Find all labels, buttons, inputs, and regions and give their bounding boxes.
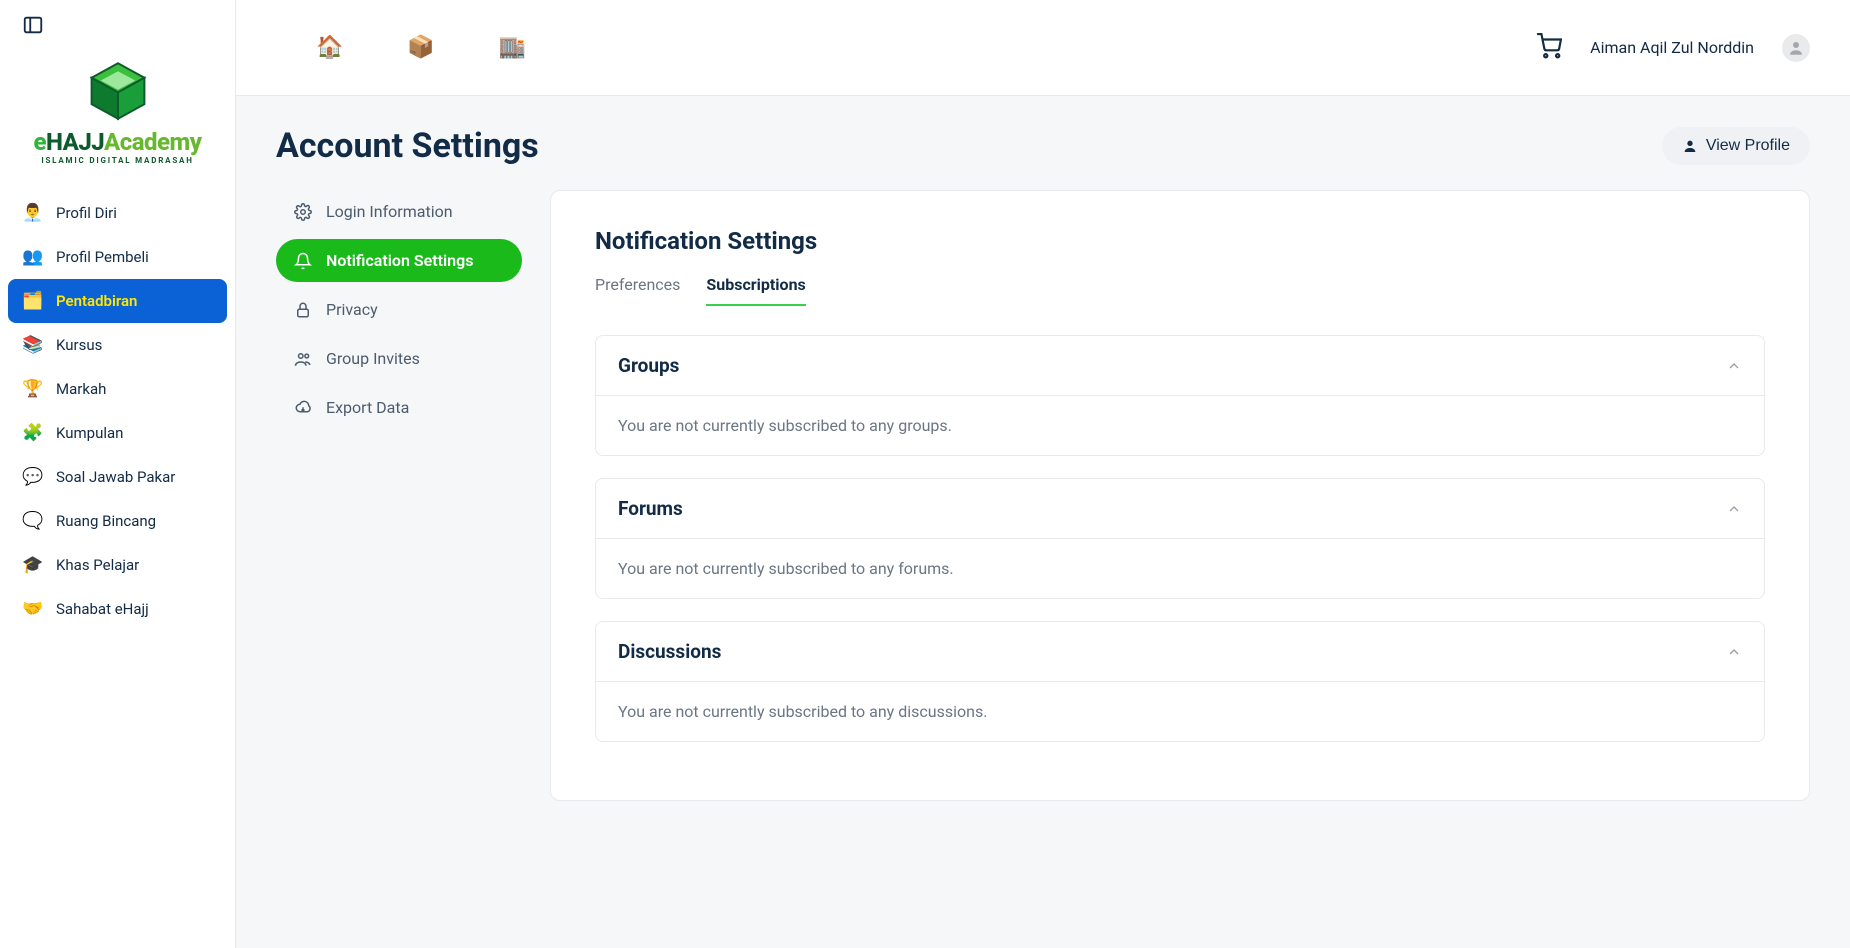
sidebar: eHAJJAcademy ISLAMIC DIGITAL MADRASAH 👨‍… [0, 0, 236, 948]
tab-subscriptions[interactable]: Subscriptions [706, 275, 805, 306]
sidebar-item-label: Khas Pelajar [56, 556, 139, 574]
settings-nav: Login Information Notification Settings … [276, 190, 522, 435]
settings-nav-label: Notification Settings [326, 251, 473, 270]
logo[interactable]: eHAJJAcademy ISLAMIC DIGITAL MADRASAH [0, 40, 235, 183]
profile-icon: 👨‍💼 [22, 203, 42, 223]
panel-title: Notification Settings [595, 227, 1765, 255]
settings-nav-login-info[interactable]: Login Information [276, 190, 522, 233]
settings-wrap: Login Information Notification Settings … [276, 190, 1810, 801]
sidebar-item-ruang-bincang[interactable]: 🗨️ Ruang Bincang [8, 499, 227, 543]
cart-icon[interactable] [1536, 33, 1562, 63]
friends-icon: 🤝 [22, 599, 42, 619]
settings-nav-privacy[interactable]: Privacy [276, 288, 522, 331]
users-icon [294, 350, 312, 368]
lock-icon [294, 301, 312, 319]
sidebar-item-label: Markah [56, 380, 106, 398]
panel-icon [22, 14, 44, 36]
sidebar-item-pentadbiran[interactable]: 🗂️ Pentadbiran [8, 279, 227, 323]
accordion-head-groups[interactable]: Groups [596, 336, 1764, 396]
settings-panel: Notification Settings Preferences Subscr… [550, 190, 1810, 801]
courses-icon: 📚 [22, 335, 42, 355]
page-title: Account Settings [276, 126, 539, 166]
bell-icon [294, 252, 312, 270]
view-profile-label: View Profile [1706, 137, 1790, 155]
chevron-up-icon [1726, 358, 1742, 374]
sidebar-item-label: Pentadbiran [56, 292, 137, 310]
marks-icon: 🏆 [22, 379, 42, 399]
accordion-body: You are not currently subscribed to any … [596, 539, 1764, 598]
settings-nav-label: Export Data [326, 398, 409, 417]
qa-icon: 💬 [22, 467, 42, 487]
discuss-icon: 🗨️ [22, 511, 42, 531]
sidebar-item-khas-pelajar[interactable]: 🎓 Khas Pelajar [8, 543, 227, 587]
user-icon [1682, 138, 1698, 154]
sidebar-item-label: Ruang Bincang [56, 512, 156, 530]
student-icon: 🎓 [22, 555, 42, 575]
settings-nav-label: Privacy [326, 300, 378, 319]
accordion-head-discussions[interactable]: Discussions [596, 622, 1764, 682]
topbar-right: Aiman Aqil Zul Norddin [1536, 33, 1810, 63]
sidebar-item-kursus[interactable]: 📚 Kursus [8, 323, 227, 367]
accordion-head-forums[interactable]: Forums [596, 479, 1764, 539]
sidebar-item-label: Profil Pembeli [56, 248, 149, 266]
username-label[interactable]: Aiman Aqil Zul Norddin [1590, 38, 1754, 57]
chevron-up-icon [1726, 644, 1742, 660]
sidebar-item-label: Sahabat eHajj [56, 600, 149, 618]
sidebar-nav: 👨‍💼 Profil Diri 👥 Profil Pembeli 🗂️ Pentadb… [0, 183, 235, 631]
sidebar-item-label: Soal Jawab Pakar [56, 468, 175, 486]
sidebar-toggle[interactable] [0, 0, 235, 40]
avatar[interactable] [1782, 34, 1810, 62]
settings-nav-label: Group Invites [326, 349, 420, 368]
page-head: Account Settings View Profile [276, 126, 1810, 166]
topbar: 🏠 📦 🏬 Aiman Aqil Zul Norddin [236, 0, 1850, 96]
user-icon [1787, 39, 1805, 57]
sidebar-item-label: Profil Diri [56, 204, 117, 222]
view-profile-button[interactable]: View Profile [1662, 127, 1810, 165]
accordion-title: Forums [618, 497, 683, 520]
logo-subtitle: ISLAMIC DIGITAL MADRASAH [41, 156, 193, 165]
sidebar-item-profil-pembeli[interactable]: 👥 Profil Pembeli [8, 235, 227, 279]
logo-cube-icon [85, 58, 151, 124]
main-area: 🏠 📦 🏬 Aiman Aqil Zul Norddin Account Set… [236, 0, 1850, 948]
admin-icon: 🗂️ [22, 291, 42, 311]
sidebar-item-markah[interactable]: 🏆 Markah [8, 367, 227, 411]
gear-icon [294, 203, 312, 221]
buyers-icon: 👥 [22, 247, 42, 267]
home-icon[interactable]: 🏠 [316, 35, 343, 60]
accordion-body: You are not currently subscribed to any … [596, 396, 1764, 455]
sidebar-item-label: Kumpulan [56, 424, 123, 442]
sidebar-item-sahabat-ehajj[interactable]: 🤝 Sahabat eHajj [8, 587, 227, 631]
package-icon[interactable]: 📦 [407, 35, 434, 60]
sidebar-item-soal-jawab[interactable]: 💬 Soal Jawab Pakar [8, 455, 227, 499]
settings-nav-notifications[interactable]: Notification Settings [276, 239, 522, 282]
accordion-discussions: Discussions You are not currently subscr… [595, 621, 1765, 742]
chevron-up-icon [1726, 501, 1742, 517]
settings-nav-group-invites[interactable]: Group Invites [276, 337, 522, 380]
accordion-title: Groups [618, 354, 679, 377]
content: Account Settings View Profile Login Info… [236, 96, 1850, 948]
logo-text: eHAJJAcademy [33, 130, 201, 154]
accordion-groups: Groups You are not currently subscribed … [595, 335, 1765, 456]
topbar-left: 🏠 📦 🏬 [316, 35, 526, 60]
sidebar-item-profil-diri[interactable]: 👨‍💼 Profil Diri [8, 191, 227, 235]
cloud-download-icon [294, 399, 312, 417]
store-icon[interactable]: 🏬 [499, 35, 526, 60]
settings-nav-export-data[interactable]: Export Data [276, 386, 522, 429]
sidebar-item-label: Kursus [56, 336, 102, 354]
tab-preferences[interactable]: Preferences [595, 275, 680, 306]
sidebar-item-kumpulan[interactable]: 🧩 Kumpulan [8, 411, 227, 455]
groups-icon: 🧩 [22, 423, 42, 443]
accordion-body: You are not currently subscribed to any … [596, 682, 1764, 741]
accordion-forums: Forums You are not currently subscribed … [595, 478, 1765, 599]
settings-nav-label: Login Information [326, 202, 453, 221]
tabs: Preferences Subscriptions [595, 275, 1765, 307]
accordion-title: Discussions [618, 640, 721, 663]
